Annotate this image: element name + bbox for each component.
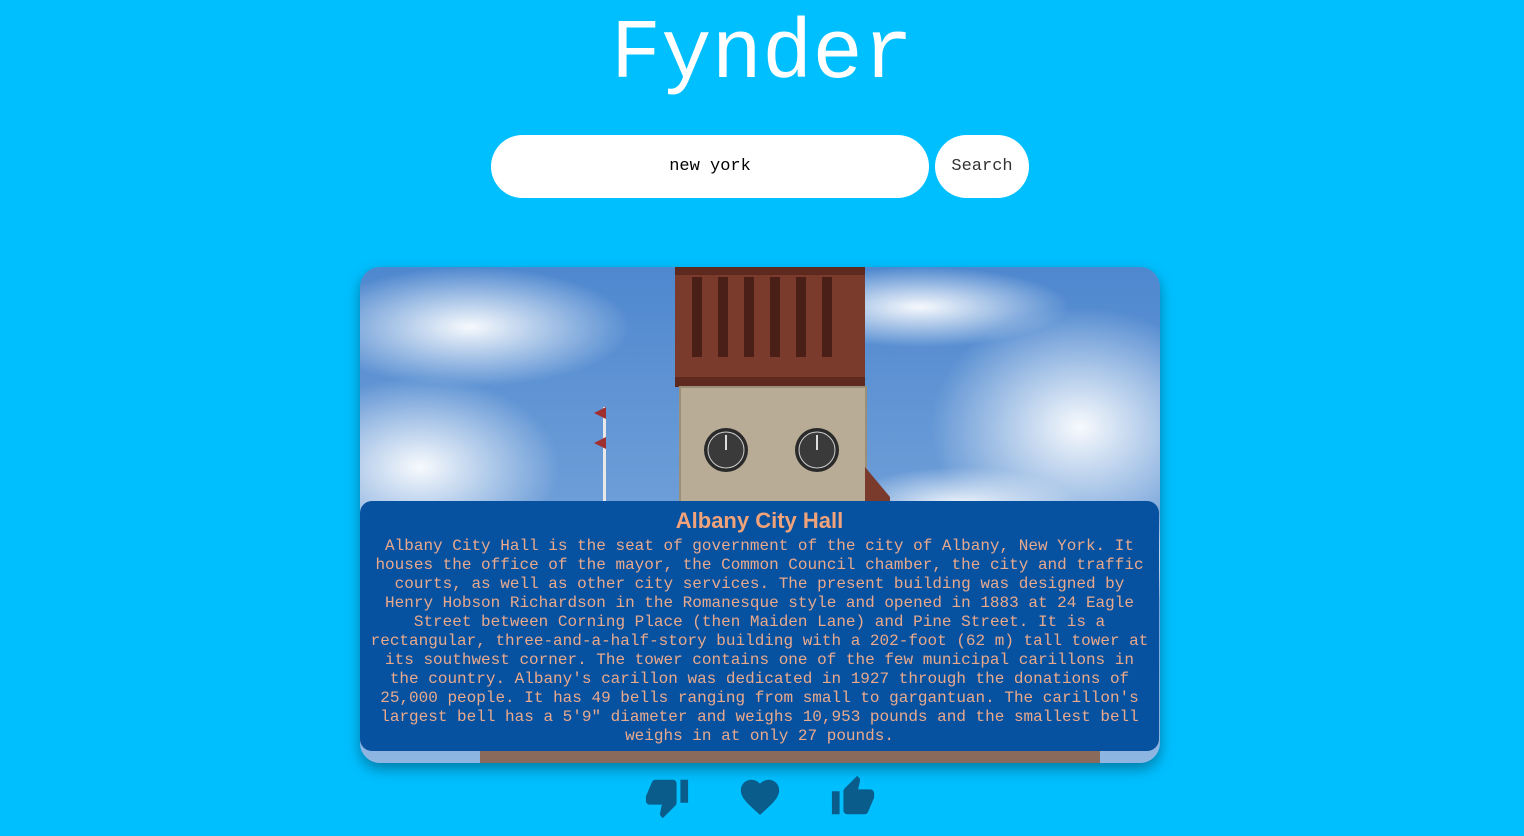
- card-title: Albany City Hall: [675, 508, 844, 533]
- favorite-button[interactable]: [737, 774, 783, 820]
- action-bar: [0, 774, 1524, 820]
- like-button[interactable]: [830, 774, 876, 820]
- search-button[interactable]: Search: [935, 135, 1029, 198]
- card-caption: Albany City Hall Albany City Hall is the…: [360, 501, 1159, 751]
- heart-icon: [740, 779, 780, 815]
- card-description: Albany City Hall is the seat of governme…: [370, 537, 1149, 745]
- thumbs-down-icon: [645, 779, 689, 819]
- thumbs-up-icon: [831, 775, 875, 815]
- page: Fynder Search: [0, 0, 1524, 836]
- dislike-button[interactable]: [644, 774, 690, 820]
- result-card: Albany City Hall Albany City Hall is the…: [360, 267, 1160, 763]
- search-input[interactable]: [491, 135, 929, 198]
- app-title: Fynder: [610, 8, 914, 103]
